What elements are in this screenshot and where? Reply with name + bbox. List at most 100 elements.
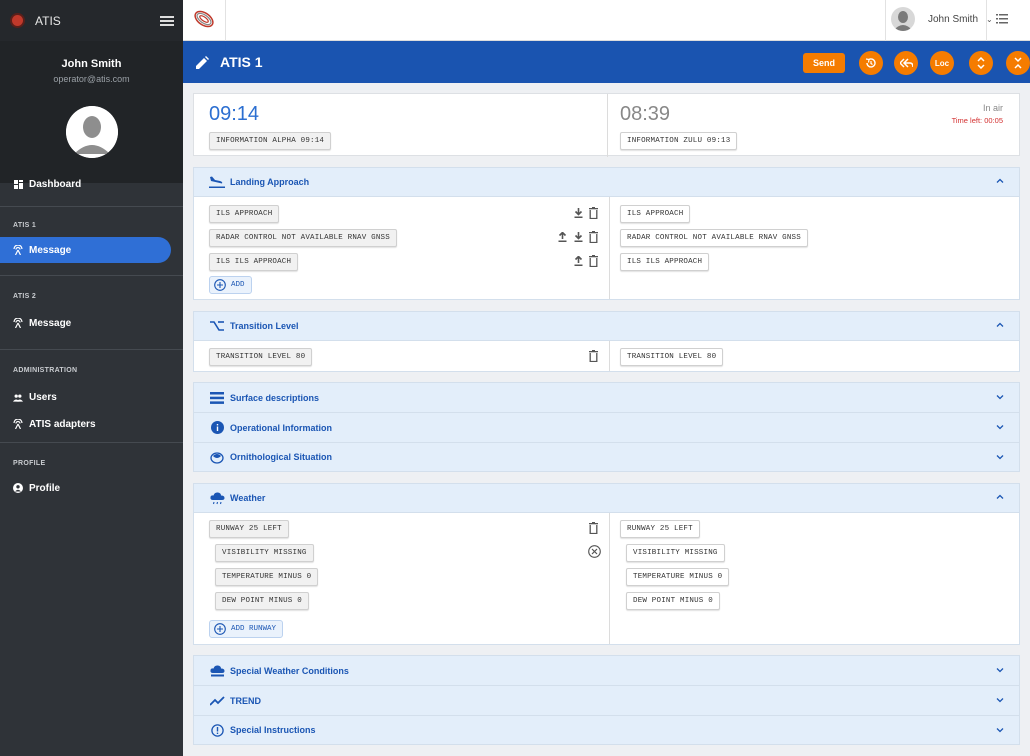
- landing-item[interactable]: RADAR CONTROL NOT AVAILABLE RNAV GNSS: [209, 229, 397, 247]
- delete-icon[interactable]: [589, 522, 598, 534]
- weather-item[interactable]: TEMPERATURE MINUS 0: [215, 568, 319, 586]
- broadcast-icon: [13, 419, 23, 429]
- divider: [607, 94, 608, 157]
- add-button[interactable]: ADD: [209, 276, 252, 294]
- section-trend[interactable]: TREND: [193, 685, 1020, 715]
- chevron-down-icon[interactable]: [996, 395, 1004, 400]
- section-title: Ornithological Situation: [230, 452, 332, 462]
- move-up-icon[interactable]: [558, 232, 567, 242]
- alt-route-icon: [209, 319, 225, 333]
- loc-button[interactable]: Loc: [930, 51, 954, 75]
- profile-name: John Smith: [61, 58, 122, 70]
- divider: [609, 513, 610, 644]
- chevron-up-icon[interactable]: [996, 322, 1004, 327]
- sidebar: ATIS John Smith operator@atis.com Dashbo…: [0, 0, 183, 756]
- users-icon: [13, 392, 23, 402]
- sidebar-item-atis1-message[interactable]: Message: [0, 237, 171, 263]
- sidebar-item-profile[interactable]: Profile: [0, 475, 183, 501]
- preview-item: TRANSITION LEVEL 80: [620, 348, 724, 366]
- time-left: Time left: 00:05: [951, 116, 1003, 125]
- sidebar-item-label: Message: [29, 317, 72, 329]
- landing-item[interactable]: ILS ILS APPROACH: [209, 253, 299, 271]
- move-down-icon[interactable]: [574, 208, 583, 218]
- status-text: In air: [982, 103, 1003, 113]
- section-special-instructions[interactable]: Special Instructions: [193, 715, 1020, 745]
- add-button-label: ADD: [231, 281, 245, 289]
- sidebar-section-atis2: ATIS 2: [13, 293, 37, 300]
- divider: [225, 0, 226, 41]
- company-logo-icon[interactable]: [193, 8, 215, 30]
- sidebar-item-label: Message: [29, 244, 72, 256]
- chevron-down-icon[interactable]: [996, 425, 1004, 430]
- broadcast-icon: [13, 318, 23, 328]
- section-surface-descriptions[interactable]: Surface descriptions: [193, 382, 1020, 412]
- delete-icon[interactable]: [589, 207, 598, 219]
- sidebar-section-administration: ADMINISTRATION: [13, 367, 78, 374]
- runway-item[interactable]: RUNWAY 25 LEFT: [209, 520, 289, 538]
- chevron-down-icon[interactable]: [996, 698, 1004, 703]
- chevron-down-icon[interactable]: [996, 455, 1004, 460]
- flight-land-icon: [209, 175, 225, 189]
- title-bar: ATIS 1 Send Loc: [183, 41, 1030, 83]
- hamburger-menu-icon[interactable]: [160, 14, 174, 28]
- weather-item[interactable]: VISIBILITY MISSING: [215, 544, 314, 562]
- collapse-all-button[interactable]: [1006, 51, 1030, 75]
- section-title: Landing Approach: [230, 177, 310, 187]
- preview-item: DEW POINT MINUS 0: [626, 592, 720, 610]
- sidebar-item-label: Users: [29, 391, 57, 403]
- broadcast-time: 08:39: [620, 103, 671, 125]
- delete-icon[interactable]: [589, 231, 598, 243]
- preview-item: ILS APPROACH: [620, 205, 691, 223]
- sidebar-item-label: ATIS adapters: [29, 418, 96, 430]
- chevron-up-icon[interactable]: [996, 494, 1004, 499]
- add-runway-button[interactable]: ADD RUNWAY: [209, 620, 284, 638]
- move-up-icon[interactable]: [574, 256, 583, 266]
- sidebar-section-profile: PROFILE: [13, 460, 46, 467]
- section-weather[interactable]: Weather: [193, 483, 1020, 513]
- divider: [0, 442, 183, 443]
- cancel-circle-icon[interactable]: [588, 545, 601, 558]
- chevron-up-icon[interactable]: [996, 178, 1004, 183]
- divider: [885, 0, 886, 41]
- section-ornithological-situation[interactable]: Ornithological Situation: [193, 442, 1020, 472]
- chevron-down-icon[interactable]: [996, 728, 1004, 733]
- section-title: Transition Level: [230, 321, 299, 331]
- section-title: TREND: [230, 695, 261, 706]
- information-chip: INFORMATION ZULU 09:13: [620, 132, 738, 150]
- chevron-down-icon[interactable]: [996, 668, 1004, 673]
- dashboard-icon: [13, 179, 23, 189]
- send-button[interactable]: Send: [803, 53, 845, 73]
- top-bar: John Smith ⌄: [183, 0, 1030, 41]
- user-menu[interactable]: John Smith ⌄: [891, 7, 993, 31]
- avatar[interactable]: [65, 106, 118, 158]
- section-title: Operational Information: [230, 422, 333, 433]
- sidebar-item-dashboard[interactable]: Dashboard: [0, 171, 183, 197]
- move-down-icon[interactable]: [574, 232, 583, 242]
- section-landing-approach[interactable]: Landing Approach: [193, 167, 1020, 197]
- expand-all-button[interactable]: [969, 51, 993, 75]
- section-transition-level[interactable]: Transition Level: [193, 311, 1020, 341]
- sidebar-item-users[interactable]: Users: [0, 384, 183, 410]
- preview-item: RADAR CONTROL NOT AVAILABLE RNAV GNSS: [620, 229, 808, 247]
- trending-icon: [209, 694, 225, 708]
- delete-icon[interactable]: [589, 255, 598, 267]
- sidebar-item-atis2-message[interactable]: Message: [0, 310, 183, 336]
- history-icon: [865, 58, 876, 68]
- history-button[interactable]: [859, 51, 883, 75]
- divider: [0, 275, 183, 276]
- landing-item[interactable]: ILS APPROACH: [209, 205, 280, 223]
- user-avatar-icon: [65, 106, 118, 158]
- add-circle-icon: [214, 279, 226, 291]
- account-circle-icon: [13, 483, 23, 493]
- transition-level-body: TRANSITION LEVEL 80 TRANSITION LEVEL 80: [193, 341, 1020, 372]
- delete-icon[interactable]: [589, 350, 598, 362]
- section-operational-information[interactable]: Operational Information: [193, 412, 1020, 442]
- section-special-weather-conditions[interactable]: Special Weather Conditions: [193, 655, 1020, 685]
- weather-item[interactable]: DEW POINT MINUS 0: [215, 592, 309, 610]
- chevron-down-icon: ⌄: [986, 14, 993, 24]
- transition-item[interactable]: TRANSITION LEVEL 80: [209, 348, 313, 366]
- reply-all-button[interactable]: [894, 51, 918, 75]
- cloud-rain-icon: [209, 491, 225, 505]
- sidebar-item-atis-adapters[interactable]: ATIS adapters: [0, 411, 183, 437]
- list-menu-icon[interactable]: [996, 14, 1008, 24]
